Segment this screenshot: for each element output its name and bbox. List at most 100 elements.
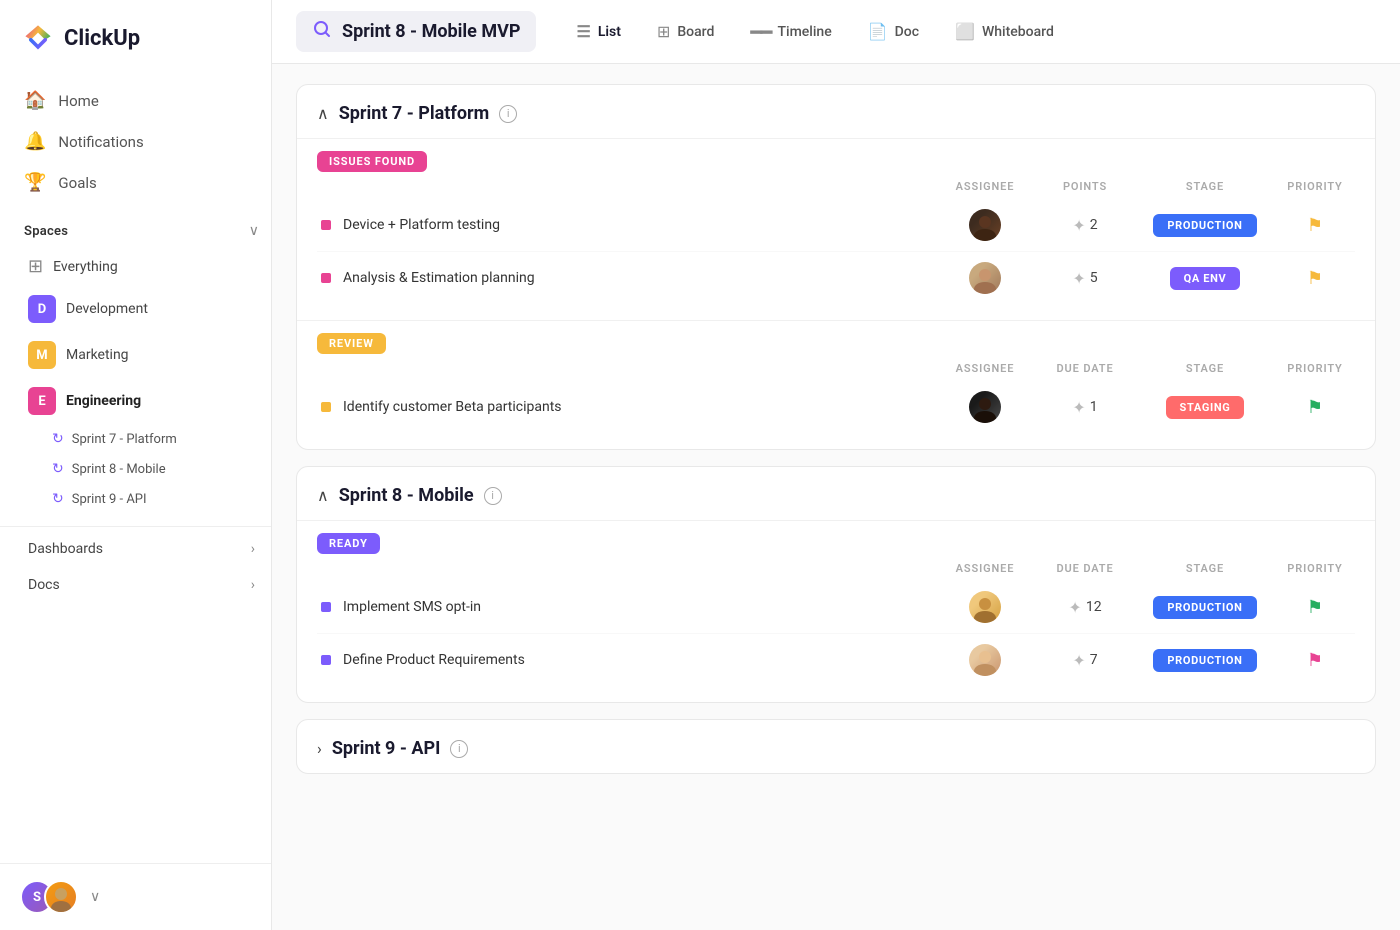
sidebar-item-everything[interactable]: ⊞ Everything <box>4 247 267 286</box>
task-assignee <box>935 391 1035 423</box>
task-priority: ⚑ <box>1275 397 1355 418</box>
issues-found-header: ISSUES FOUND <box>317 139 1355 180</box>
sprint9-info-icon[interactable]: i <box>450 740 468 758</box>
tab-timeline-label: Timeline <box>777 24 831 40</box>
sidebar-item-engineering[interactable]: E Engineering <box>4 378 267 424</box>
sprint7-info-icon[interactable]: i <box>499 105 517 123</box>
list-icon: ☰ <box>576 22 590 41</box>
due-date-icon: ✦ <box>1068 598 1081 617</box>
sidebar-item-home[interactable]: 🏠 Home <box>12 80 259 121</box>
due-date-icon: ✦ <box>1072 651 1085 670</box>
task-row[interactable]: Identify customer Beta participants ✦ 1 … <box>317 381 1355 433</box>
col-assignee-label: ASSIGNEE <box>935 180 1035 193</box>
task-assignee <box>935 209 1035 241</box>
sprint9-label: Sprint 9 - API <box>72 492 147 507</box>
sidebar-sprint8[interactable]: ↻ Sprint 8 - Mobile <box>4 454 267 484</box>
engineering-dot: E <box>28 387 56 415</box>
stage-badge: PRODUCTION <box>1153 649 1256 672</box>
sprint-search-icon <box>312 19 332 44</box>
stage-badge: PRODUCTION <box>1153 214 1256 237</box>
task-name: Device + Platform testing <box>343 217 935 233</box>
sprint7-icon: ↻ <box>52 431 64 447</box>
sprint8-info-icon[interactable]: i <box>484 487 502 505</box>
everything-icon: ⊞ <box>28 256 43 277</box>
tab-doc-label: Doc <box>895 24 919 40</box>
stage-badge: STAGING <box>1166 396 1245 419</box>
sidebar-sprint9[interactable]: ↻ Sprint 9 - API <box>4 484 267 514</box>
task-row[interactable]: Device + Platform testing ✦ 2 PRODUCTION <box>317 199 1355 252</box>
sprint-card-7: ∧ Sprint 7 - Platform i ISSUES FOUND ASS… <box>296 84 1376 450</box>
col-priority-label: PRIORITY <box>1275 180 1355 193</box>
clickup-logo-icon <box>20 20 56 56</box>
sidebar-sprint7[interactable]: ↻ Sprint 7 - Platform <box>4 424 267 454</box>
task-due-date: ✦ 1 <box>1035 398 1135 417</box>
task-assignee <box>935 262 1035 294</box>
board-icon: ⊞ <box>657 22 670 41</box>
sprint8-header[interactable]: ∧ Sprint 8 - Mobile i <box>297 467 1375 520</box>
tab-list[interactable]: ☰ List <box>560 14 636 49</box>
assignee-avatar <box>969 391 1001 423</box>
tab-board[interactable]: ⊞ Board <box>641 14 730 49</box>
development-label: Development <box>66 301 148 317</box>
due-date-value: 12 <box>1086 599 1102 615</box>
tab-whiteboard[interactable]: ⬜ Whiteboard <box>939 14 1070 49</box>
col-assignee-label: ASSIGNEE <box>935 362 1035 375</box>
sidebar-footer[interactable]: S ∨ <box>0 863 271 930</box>
review-badge: REVIEW <box>317 333 386 354</box>
sidebar-item-development[interactable]: D Development <box>4 286 267 332</box>
sidebar-item-goals[interactable]: 🏆 Goals <box>12 162 259 203</box>
timeline-icon: ━━ <box>750 20 770 44</box>
bell-icon: 🔔 <box>24 131 46 152</box>
marketing-label: Marketing <box>66 347 129 363</box>
sprint7-header[interactable]: ∧ Sprint 7 - Platform i <box>297 85 1375 138</box>
priority-flag-icon: ⚑ <box>1307 597 1323 618</box>
sidebar-item-goals-label: Goals <box>58 174 96 192</box>
task-points: ✦ 5 <box>1035 269 1135 288</box>
sprint7-label: Sprint 7 - Platform <box>72 432 177 447</box>
assignee-avatar <box>969 644 1001 676</box>
doc-icon: 📄 <box>868 22 888 41</box>
task-assignee <box>935 591 1035 623</box>
group-review: REVIEW ASSIGNEE DUE DATE STAGE PRIORITY … <box>297 320 1375 449</box>
logo[interactable]: ClickUp <box>0 0 271 72</box>
spaces-chevron-icon: ∨ <box>249 223 259 239</box>
sidebar-item-docs[interactable]: Docs › <box>4 567 267 603</box>
docs-chevron-icon: › <box>251 577 255 593</box>
task-points: ✦ 2 <box>1035 216 1135 235</box>
task-row[interactable]: Analysis & Estimation planning ✦ 5 QA EN… <box>317 252 1355 304</box>
sprint8-label: Sprint 8 - Mobile <box>72 462 166 477</box>
task-row[interactable]: Implement SMS opt-in ✦ 12 PRODUCTION <box>317 581 1355 634</box>
sprint9-expand-icon: › <box>317 739 322 758</box>
sprint-card-9: › Sprint 9 - API i <box>296 719 1376 774</box>
priority-flag-icon: ⚑ <box>1307 397 1323 418</box>
sidebar-item-marketing[interactable]: M Marketing <box>4 332 267 378</box>
assignee-avatar <box>969 591 1001 623</box>
sprint9-icon: ↻ <box>52 491 64 507</box>
task-row[interactable]: Define Product Requirements ✦ 7 PRODUCTI… <box>317 634 1355 686</box>
stage-badge: PRODUCTION <box>1153 596 1256 619</box>
spaces-section-header[interactable]: Spaces ∨ <box>0 211 271 247</box>
priority-flag-icon: ⚑ <box>1307 650 1323 671</box>
sidebar-item-notifications[interactable]: 🔔 Notifications <box>12 121 259 162</box>
tab-doc[interactable]: 📄 Doc <box>852 14 935 49</box>
col-duedate-label: DUE DATE <box>1035 562 1135 575</box>
main-content: Sprint 8 - Mobile MVP ☰ List ⊞ Board ━━ … <box>272 0 1400 930</box>
avatar-user2 <box>44 880 78 914</box>
page-title-section[interactable]: Sprint 8 - Mobile MVP <box>296 11 536 52</box>
tab-timeline[interactable]: ━━ Timeline <box>734 12 847 52</box>
due-date-value: 1 <box>1090 399 1098 415</box>
task-stage: STAGING <box>1135 396 1275 419</box>
sprint9-header[interactable]: › Sprint 9 - API i <box>297 720 1375 773</box>
task-dot <box>321 602 331 612</box>
task-dot <box>321 273 331 283</box>
sidebar-item-dashboards[interactable]: Dashboards › <box>4 531 267 567</box>
sprint8-title: Sprint 8 - Mobile <box>339 485 474 506</box>
ready-badge: READY <box>317 533 380 554</box>
page-title: Sprint 8 - Mobile MVP <box>342 21 520 42</box>
task-stage: PRODUCTION <box>1135 596 1275 619</box>
col-stage-label: STAGE <box>1135 562 1275 575</box>
task-name: Analysis & Estimation planning <box>343 270 935 286</box>
task-priority: ⚑ <box>1275 650 1355 671</box>
due-date-icon: ✦ <box>1072 398 1085 417</box>
docs-label: Docs <box>28 577 60 593</box>
